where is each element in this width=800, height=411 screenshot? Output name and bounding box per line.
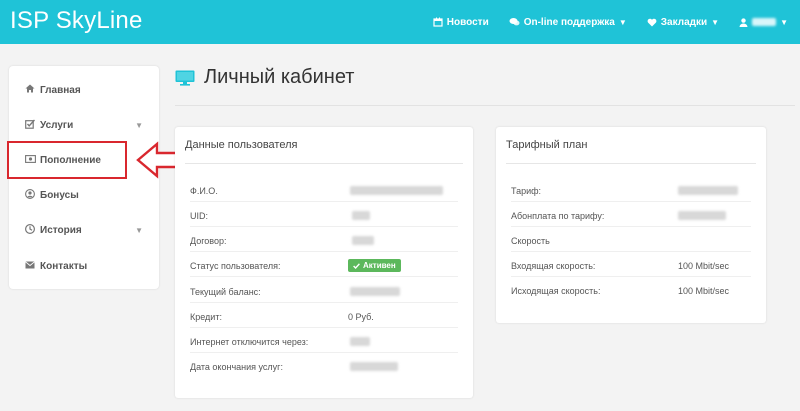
- envelope-icon: [25, 260, 37, 272]
- row-label-fee: Абонплата по тарифу:: [511, 211, 605, 221]
- redacted-value: [350, 186, 443, 195]
- sidebar-item-label: Услуги: [40, 119, 74, 131]
- outgoing-speed-value: 100 Mbit/sec: [678, 286, 730, 296]
- sidebar-item-history[interactable]: История ▼: [9, 218, 159, 242]
- clock-icon: [24, 223, 37, 237]
- nav-bookmarks[interactable]: Закладки ▼: [647, 17, 719, 28]
- nav-user-menu[interactable]: ▼: [739, 18, 788, 27]
- page-title-text: Личный кабинет: [204, 66, 355, 88]
- row-divider: [190, 201, 458, 202]
- card-divider: [506, 163, 756, 164]
- sidebar-item-label: Бонусы: [40, 189, 79, 201]
- row-label-uid: UID:: [190, 211, 208, 221]
- nav-bookmarks-label: Закладки: [660, 16, 708, 28]
- caret-down-icon: ▼: [135, 120, 143, 130]
- sidebar-item-bonuses[interactable]: Бонусы: [9, 183, 159, 207]
- row-divider: [511, 201, 751, 202]
- redacted-value: [678, 211, 726, 220]
- row-divider: [511, 226, 751, 227]
- redacted-value: [350, 287, 400, 296]
- row-label-incoming: Входящая скорость:: [511, 261, 596, 271]
- caret-down-icon: ▼: [711, 17, 720, 27]
- sidebar-item-label: Главная: [40, 84, 81, 96]
- sidebar-item-services[interactable]: Услуги ▼: [9, 113, 159, 137]
- redacted-value: [352, 236, 374, 245]
- row-label-disconnect: Интернет отключится через:: [190, 337, 309, 347]
- chat-icon: [509, 18, 520, 26]
- row-label-status: Статус пользователя:: [190, 261, 281, 271]
- user-data-card: Данные пользователя Ф.И.О. UID: Договор:…: [175, 127, 473, 398]
- row-label-outgoing: Исходящая скорость:: [511, 286, 601, 296]
- user-circle-icon: [25, 188, 37, 202]
- redacted-value: [350, 337, 370, 346]
- row-divider: [190, 352, 458, 353]
- home-icon: [25, 84, 37, 96]
- row-divider: [511, 276, 751, 277]
- tariff-plan-card: Тарифный план Тариф: Абонплата по тарифу…: [496, 127, 766, 323]
- user-icon: [739, 17, 748, 27]
- caret-down-icon: ▼: [618, 17, 627, 27]
- nav-support-label: On-line поддержка: [523, 16, 615, 28]
- row-divider: [190, 302, 458, 303]
- calendar-icon: [433, 17, 443, 27]
- sidebar-item-contacts[interactable]: Контакты: [9, 254, 159, 278]
- nav-news[interactable]: Новости: [433, 17, 489, 28]
- heart-icon: [647, 18, 657, 26]
- redacted-value: [678, 186, 738, 195]
- row-divider: [190, 251, 458, 252]
- row-label-tariff: Тариф:: [511, 186, 542, 196]
- row-label-balance: Текущий баланс:: [190, 287, 261, 297]
- status-badge-label: Активен: [363, 261, 396, 270]
- credit-value: 0 Руб.: [348, 312, 374, 322]
- annotation-highlight-box: [7, 141, 127, 179]
- check-icon: [353, 262, 360, 269]
- top-navbar: ISP SkyLine Новости On-line поддержка ▼ …: [0, 0, 800, 44]
- nav-support[interactable]: On-line поддержка ▼: [509, 17, 627, 28]
- brand-logo[interactable]: ISP SkyLine: [10, 7, 143, 35]
- title-divider: [175, 105, 795, 106]
- row-label-speed: Скорость: [511, 236, 550, 246]
- status-badge: Активен: [348, 259, 401, 272]
- nav-news-label: Новости: [446, 16, 489, 28]
- top-nav: Новости On-line поддержка ▼ Закладки ▼ ▼: [433, 0, 788, 44]
- row-divider: [190, 276, 458, 277]
- row-divider: [190, 226, 458, 227]
- row-label-fio: Ф.И.О.: [190, 186, 218, 196]
- row-label-contract: Договор:: [190, 236, 227, 246]
- redacted-value: [350, 362, 398, 371]
- sidebar-item-home[interactable]: Главная: [9, 78, 159, 102]
- row-label-end-date: Дата окончания услуг:: [190, 362, 283, 372]
- sidebar-item-label: История: [40, 224, 82, 236]
- row-label-credit: Кредит:: [190, 312, 222, 322]
- row-divider: [511, 251, 751, 252]
- user-card-title: Данные пользователя: [185, 139, 298, 151]
- monitor-icon: [175, 70, 195, 86]
- card-divider: [185, 163, 463, 164]
- tariff-card-title: Тарифный план: [506, 139, 588, 151]
- caret-down-icon: ▼: [780, 17, 788, 27]
- row-divider: [190, 327, 458, 328]
- incoming-speed-value: 100 Mbit/sec: [678, 261, 730, 271]
- caret-down-icon: ▼: [135, 225, 143, 235]
- checkbox-icon: [25, 119, 37, 132]
- redacted-username: [752, 18, 777, 26]
- sidebar-item-label: Контакты: [40, 260, 88, 272]
- redacted-value: [352, 211, 370, 220]
- page-title: Личный кабинет: [175, 66, 354, 89]
